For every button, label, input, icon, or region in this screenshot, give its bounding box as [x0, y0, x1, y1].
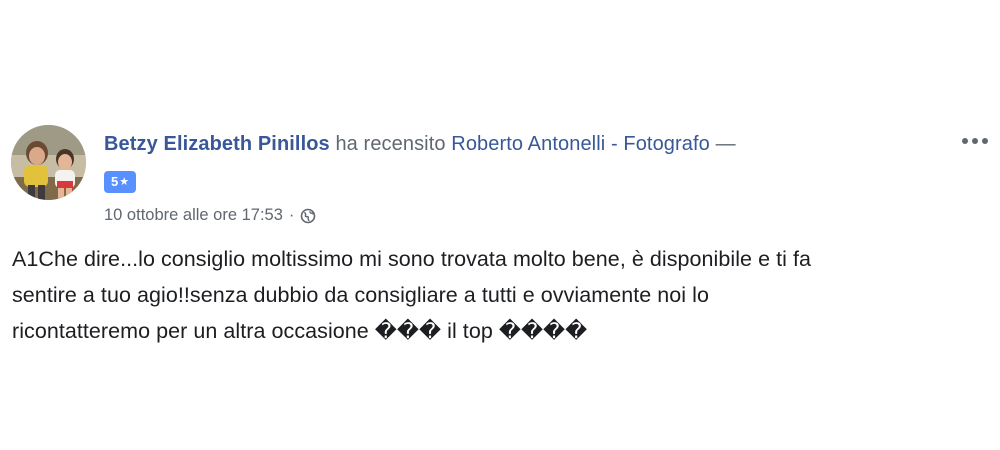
rating-badge[interactable]: 5 ★ — [104, 171, 137, 193]
more-options-dot — [962, 138, 968, 144]
review-post: Betzy Elizabeth Pinillos ha recensito Ro… — [0, 0, 1000, 450]
meta-separator: · — [288, 206, 295, 224]
more-options-button[interactable] — [957, 131, 993, 151]
review-line: A1Che dire...lo consiglio moltissimo mi … — [12, 247, 812, 271]
more-options-dot — [972, 138, 978, 144]
review-text: A1Che dire...lo consiglio moltissimo mi … — [12, 241, 992, 349]
post-timestamp[interactable]: 10 ottobre alle ore 17:53 — [104, 203, 283, 227]
avatar[interactable] — [11, 125, 86, 200]
rating-value: 5 — [111, 174, 119, 189]
more-options-dot — [982, 138, 988, 144]
review-line: sentire a tuo agio!!senza dubbio da cons… — [12, 283, 709, 307]
globe-icon[interactable] — [300, 207, 316, 224]
header-dash: — — [715, 133, 736, 155]
avatar-photo — [11, 125, 86, 200]
review-verb: ha recensito — [335, 133, 446, 155]
review-line: ricontatteremo per un altra occasione ��… — [12, 319, 588, 343]
author-name-link[interactable]: Betzy Elizabeth Pinillos — [104, 133, 330, 155]
post-header: Betzy Elizabeth Pinillos ha recensito Ro… — [104, 130, 736, 158]
star-icon: ★ — [119, 176, 130, 188]
page-name-link[interactable]: Roberto Antonelli - Fotografo — [451, 133, 710, 155]
post-meta: 10 ottobre alle ore 17:53 · — [104, 203, 316, 227]
